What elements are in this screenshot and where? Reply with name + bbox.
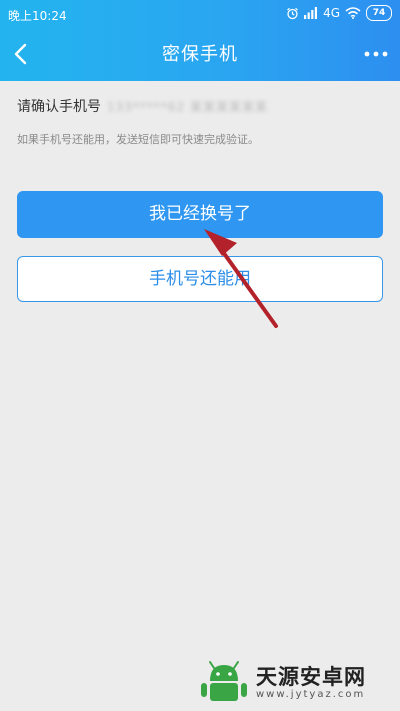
confirm-line: 请确认手机号 133*****62 某某某某某某 bbox=[17, 96, 383, 118]
android-logo-icon bbox=[201, 661, 247, 701]
signal-icon bbox=[304, 7, 318, 19]
status-bar: 晚上10:24 4G 74 bbox=[0, 0, 400, 28]
title-bar: 密保手机 bbox=[0, 28, 400, 81]
battery-icon: 74 bbox=[366, 5, 392, 21]
more-button[interactable] bbox=[362, 42, 390, 66]
status-icons: 4G 74 bbox=[286, 5, 392, 21]
hint-text: 如果手机号还能用，发送短信即可快速完成验证。 bbox=[17, 133, 259, 146]
watermark-text: 天源安卓网 www.jytyaz.com bbox=[256, 665, 366, 700]
verification-info: 请确认手机号 133*****62 某某某某某某 如果手机号还能用，发送短信即可… bbox=[17, 96, 383, 147]
number-still-usable-button[interactable]: 手机号还能用 bbox=[17, 256, 383, 302]
more-dots-icon bbox=[364, 51, 388, 57]
masked-phone-number: 133*****62 某某某某某某 bbox=[107, 100, 268, 114]
watermark-name: 天源安卓网 bbox=[256, 664, 366, 689]
confirm-label: 请确认手机号 bbox=[17, 99, 101, 115]
wifi-icon bbox=[345, 7, 361, 19]
changed-number-button[interactable]: 我已经换号了 bbox=[17, 191, 383, 238]
alarm-icon bbox=[287, 7, 298, 19]
status-time: 晚上10:24 bbox=[8, 9, 67, 23]
watermark-url: www.jytyaz.com bbox=[256, 688, 366, 700]
network-type: 4G bbox=[323, 6, 340, 20]
page-title: 密保手机 bbox=[162, 44, 238, 65]
watermark: 天源安卓网 www.jytyaz.com bbox=[198, 659, 366, 705]
